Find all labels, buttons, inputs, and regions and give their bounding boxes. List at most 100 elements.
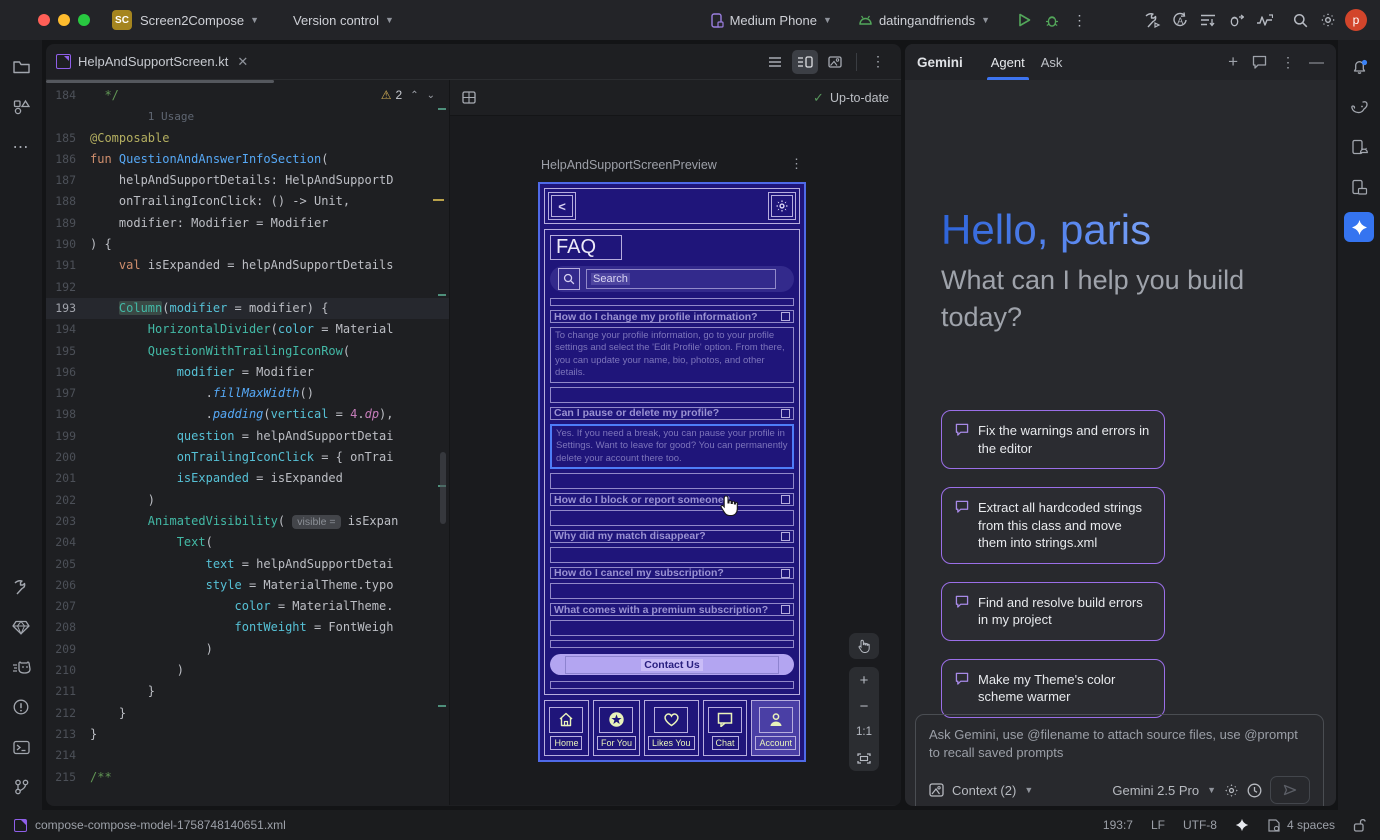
indent-config[interactable]: 4 spaces <box>1267 818 1335 832</box>
new-chat-icon[interactable]: + <box>1228 52 1238 72</box>
code-line[interactable]: 211 } <box>46 681 449 702</box>
preview-grid-view-icon[interactable] <box>462 91 477 105</box>
chip-fix-warnings[interactable]: Fix the warnings and errors in the edito… <box>941 410 1165 469</box>
project-tool-icon[interactable] <box>6 52 36 82</box>
code-line[interactable]: 198 .padding(vertical = 4.dp), <box>46 404 449 425</box>
gradle-icon[interactable] <box>1344 92 1374 122</box>
editor-options-kebab[interactable]: ⋮ <box>865 50 891 74</box>
chip-theme-warmer[interactable]: Make my Theme's color scheme warmer <box>941 659 1165 718</box>
expand-icon[interactable] <box>781 409 790 418</box>
resource-manager-icon[interactable] <box>6 92 36 122</box>
project-selector[interactable]: Screen2Compose ▼ <box>132 9 267 32</box>
device-selector[interactable]: Medium Phone ▼ <box>703 9 840 32</box>
faq-question[interactable]: Why did my match disappear? <box>550 530 794 543</box>
window-controls[interactable] <box>38 14 90 26</box>
design-view-button[interactable] <box>822 50 848 74</box>
zoom-to-fit-button[interactable] <box>849 745 879 771</box>
panel-options-kebab[interactable]: ⋮ <box>1281 54 1295 71</box>
notifications-icon[interactable] <box>1344 52 1374 82</box>
device-manager-icon[interactable] <box>1344 132 1374 162</box>
pan-tool-button[interactable] <box>849 633 879 659</box>
faq-question[interactable]: How do I cancel my subscription? <box>550 567 794 580</box>
code-line[interactable]: 203 AnimatedVisibility( visible = isExpa… <box>46 511 449 532</box>
minimize-window-button[interactable] <box>58 14 70 26</box>
line-ending[interactable]: LF <box>1151 818 1165 832</box>
expand-icon[interactable] <box>781 495 790 504</box>
attach-debugger-button[interactable] <box>1222 6 1250 34</box>
faq-question[interactable]: How do I change my profile information? <box>550 310 794 323</box>
code-line[interactable]: 186fun QuestionAndAnswerInfoSection( <box>46 149 449 170</box>
horizontal-scrollbar[interactable] <box>46 80 274 83</box>
editor-scrollbar-stripe[interactable] <box>438 80 446 805</box>
expand-icon[interactable] <box>781 605 790 614</box>
code-line[interactable]: 205 text = helpAndSupportDetai <box>46 554 449 575</box>
vertical-scrollbar[interactable] <box>440 452 446 524</box>
split-view-button[interactable] <box>792 50 818 74</box>
build-variants-button[interactable] <box>1194 6 1222 34</box>
zoom-out-button[interactable]: − <box>849 693 879 719</box>
gemini-prompt-input[interactable]: Ask Gemini, use @filename to attach sour… <box>915 714 1324 806</box>
prompt-history-icon[interactable] <box>1247 783 1262 798</box>
code-line[interactable]: 207 color = MaterialTheme. <box>46 596 449 617</box>
wf-search-field[interactable]: Search <box>586 269 776 289</box>
build-tool-icon[interactable] <box>6 572 36 602</box>
code-line[interactable]: 187 helpAndSupportDetails: HelpAndSuppor… <box>46 170 449 191</box>
code-line[interactable]: 208 fontWeight = FontWeigh <box>46 617 449 638</box>
preview-options-kebab[interactable]: ⋮ <box>790 156 804 172</box>
code-editor[interactable]: 184 */ 1 Usage185@Composable186fun Quest… <box>46 80 450 805</box>
more-tool-windows-icon[interactable]: ⋯ <box>6 132 36 162</box>
build-project-button[interactable] <box>1138 6 1166 34</box>
tab-agent[interactable]: Agent <box>983 44 1033 80</box>
code-line[interactable]: 200 onTrailingIconClick = { onTrai <box>46 447 449 468</box>
code-line[interactable]: 210 ) <box>46 660 449 681</box>
hide-panel-icon[interactable]: — <box>1309 54 1324 71</box>
logcat-tool-icon[interactable] <box>6 652 36 682</box>
wf-back-button[interactable]: < <box>548 192 576 220</box>
chip-resolve-build-errors[interactable]: Find and resolve build errors in my proj… <box>941 582 1165 641</box>
code-line[interactable]: 202 ) <box>46 490 449 511</box>
code-line[interactable]: 206 style = MaterialTheme.typo <box>46 575 449 596</box>
send-prompt-button[interactable] <box>1270 776 1310 804</box>
preview-sync-status[interactable]: ✓ Up-to-date <box>813 90 889 106</box>
inspection-widget[interactable]: ⚠ 2 ⌃ ⌄ <box>381 88 435 102</box>
code-line[interactable]: 190) { <box>46 234 449 255</box>
code-line[interactable]: 196 modifier = Modifier <box>46 362 449 383</box>
unlock-icon[interactable] <box>1353 818 1366 832</box>
expand-icon[interactable] <box>781 532 790 541</box>
code-line[interactable]: 213} <box>46 724 449 745</box>
close-window-button[interactable] <box>38 14 50 26</box>
code-line[interactable]: 199 question = helpAndSupportDetai <box>46 426 449 447</box>
maximize-window-button[interactable] <box>78 14 90 26</box>
zoom-actual-size-button[interactable]: 1:1 <box>849 719 879 745</box>
code-line[interactable]: 215/** <box>46 767 449 788</box>
running-devices-icon[interactable] <box>1344 172 1374 202</box>
nav-for-you[interactable]: For You <box>593 700 640 756</box>
run-configuration-selector[interactable]: datingandfriends ▼ <box>850 9 998 32</box>
nav-account[interactable]: Account <box>751 700 800 756</box>
attach-image-icon[interactable] <box>929 783 944 797</box>
phone-preview[interactable]: < FAQ <box>538 182 806 762</box>
user-avatar[interactable]: p <box>1342 6 1370 34</box>
close-tab-icon[interactable]: ✕ <box>237 54 248 70</box>
caret-position[interactable]: 193:7 <box>1103 818 1133 832</box>
nav-home[interactable]: Home <box>544 700 589 756</box>
zoom-in-button[interactable]: + <box>849 667 879 693</box>
nav-chat[interactable]: Chat <box>703 700 748 756</box>
debug-button[interactable] <box>1038 6 1066 34</box>
faq-question[interactable]: How do I block or report someone? <box>550 493 794 506</box>
code-line[interactable]: 185@Composable <box>46 128 449 149</box>
profiler-button[interactable] <box>1250 6 1278 34</box>
faq-question[interactable]: Can I pause or delete my profile? <box>550 407 794 420</box>
more-run-options-kebab[interactable]: ⋮ <box>1066 6 1094 34</box>
wf-search-bar[interactable]: Search <box>550 266 794 292</box>
preview-title[interactable]: HelpAndSupportScreenPreview <box>541 158 717 172</box>
chat-history-icon[interactable] <box>1252 55 1267 69</box>
search-everywhere-button[interactable] <box>1286 6 1314 34</box>
terminal-tool-icon[interactable] <box>6 732 36 762</box>
code-line[interactable]: 191 val isExpanded = helpAndSupportDetai… <box>46 255 449 276</box>
code-line[interactable]: 201 isExpanded = isExpanded <box>46 468 449 489</box>
prev-problem-icon[interactable]: ⌃ <box>410 90 418 101</box>
code-line[interactable]: 197 .fillMaxWidth() <box>46 383 449 404</box>
version-control-tool-icon[interactable] <box>6 772 36 802</box>
code-line[interactable]: 212 } <box>46 703 449 724</box>
